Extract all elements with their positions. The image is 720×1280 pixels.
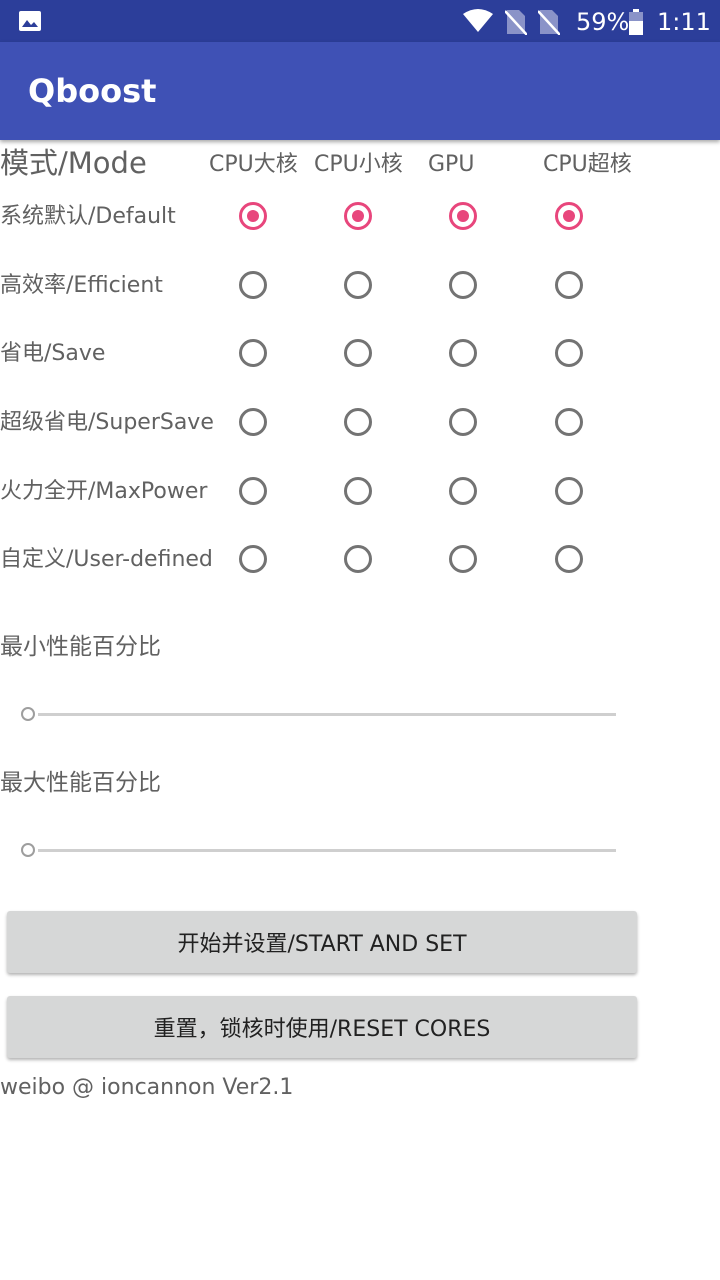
app-bar: Qboost (0, 42, 720, 140)
radio-maxpower-cpu-big[interactable] (239, 477, 267, 505)
clock: 1:11 (657, 8, 711, 36)
mode-label-supersave: 超级省电/SuperSave (0, 410, 214, 435)
radio-efficient-cpu-big[interactable] (239, 271, 267, 299)
min-performance-slider-track[interactable] (38, 713, 616, 716)
radio-maxpower-cpu-little[interactable] (344, 477, 372, 505)
no-sim-icon (538, 10, 560, 35)
radio-efficient-gpu[interactable] (449, 271, 477, 299)
radio-user-defined-cpu-little[interactable] (344, 545, 372, 573)
max-performance-slider-track[interactable] (38, 849, 616, 852)
radio-save-cpu-little[interactable] (344, 339, 372, 367)
column-header-cpu-big: CPU大核 (209, 152, 298, 177)
radio-efficient-cpu-prime[interactable] (555, 271, 583, 299)
min-performance-label: 最小性能百分比 (0, 634, 161, 660)
radio-efficient-cpu-little[interactable] (344, 271, 372, 299)
min-performance-slider-thumb[interactable] (21, 707, 35, 721)
reset-cores-button[interactable]: 重置，锁核时使用/RESET CORES (7, 996, 637, 1058)
mode-label-user-defined: 自定义/User-defined (0, 547, 213, 572)
mode-header: 模式/Mode (0, 146, 147, 180)
radio-supersave-cpu-prime[interactable] (555, 408, 583, 436)
battery-icon (629, 9, 643, 35)
wifi-icon (463, 9, 493, 32)
app-title: Qboost (28, 72, 157, 110)
radio-supersave-cpu-little[interactable] (344, 408, 372, 436)
no-sim-icon (505, 10, 527, 35)
mode-label-default: 系统默认/Default (0, 204, 176, 229)
start-and-set-button[interactable]: 开始并设置/START AND SET (7, 911, 637, 973)
image-icon (19, 11, 41, 31)
footer-credit: weibo @ ioncannon Ver2.1 (0, 1075, 294, 1100)
column-header-cpu-prime: CPU超核 (543, 152, 632, 177)
radio-maxpower-gpu[interactable] (449, 477, 477, 505)
radio-default-cpu-prime[interactable] (555, 202, 583, 230)
radio-maxpower-cpu-prime[interactable] (555, 477, 583, 505)
mode-label-efficient: 高效率/Efficient (0, 273, 163, 298)
radio-user-defined-cpu-big[interactable] (239, 545, 267, 573)
radio-user-defined-gpu[interactable] (449, 545, 477, 573)
column-header-cpu-little: CPU小核 (314, 152, 403, 177)
radio-supersave-cpu-big[interactable] (239, 408, 267, 436)
battery-percent: 59% (576, 8, 630, 36)
radio-supersave-gpu[interactable] (449, 408, 477, 436)
radio-default-cpu-little[interactable] (344, 202, 372, 230)
radio-save-cpu-big[interactable] (239, 339, 267, 367)
radio-save-cpu-prime[interactable] (555, 339, 583, 367)
radio-user-defined-cpu-prime[interactable] (555, 545, 583, 573)
max-performance-label: 最大性能百分比 (0, 770, 161, 796)
max-performance-slider-thumb[interactable] (21, 843, 35, 857)
radio-save-gpu[interactable] (449, 339, 477, 367)
radio-default-cpu-big[interactable] (239, 202, 267, 230)
status-bar: 59% 1:11 (0, 0, 720, 42)
radio-default-gpu[interactable] (449, 202, 477, 230)
mode-label-save: 省电/Save (0, 341, 106, 366)
mode-label-maxpower: 火力全开/MaxPower (0, 479, 208, 504)
column-header-gpu: GPU (428, 152, 475, 177)
